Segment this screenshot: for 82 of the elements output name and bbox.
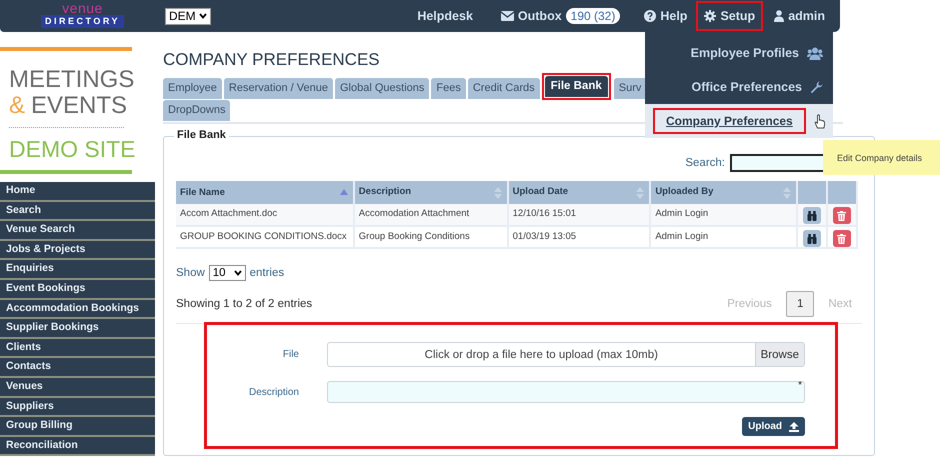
tab[interactable]: Credit Cards [468,78,540,99]
view-button[interactable] [803,230,821,247]
page-button[interactable]: 1 [786,291,814,317]
brand-text: EVENTS [31,93,128,119]
envelope-icon [500,11,514,21]
nav-link[interactable]: Help [639,4,692,28]
table-cell: Accomodation Attachment [354,204,508,226]
wrench-icon [810,80,823,94]
sidebar-item[interactable]: Home [0,182,155,202]
required-mark: * [798,380,802,391]
sidebar-item[interactable]: Clients [0,338,155,358]
sidebar-item[interactable]: Accommodation Bookings [0,300,155,320]
tab[interactable]: DropDowns [163,100,230,121]
sidebar-item[interactable]: Venues [0,378,155,398]
binoculars-icon [807,210,817,220]
user-icon [774,10,784,22]
length-label: entries [250,267,284,279]
logo-text: DIRECTORY [40,15,124,28]
sidebar-item[interactable]: Venue Search [0,221,155,241]
sidebar-item[interactable]: Reconciliation [0,436,155,456]
tab[interactable]: Employee [163,78,222,99]
table-cell: 01/03/19 13:05 [508,226,650,248]
column-header[interactable]: File Name [176,181,354,204]
upload-icon [789,422,799,432]
sidebar-item[interactable]: Search [0,202,155,222]
tab[interactable]: Reservation / Venue [224,78,333,99]
tab[interactable]: Fees [431,78,466,99]
table-cell: Group Booking Conditions [354,226,508,248]
table-cell: Admin Login [650,226,798,248]
count-badge: 190 (32) [566,8,620,24]
brand-subtitle: DEMO SITE [9,136,137,162]
search-label: Search: [685,157,725,169]
tooltip: Edit Company details [823,140,940,175]
nav-link[interactable]: Setup [699,4,760,28]
upload-button[interactable]: Upload [742,417,805,436]
sidebar-item[interactable]: Supplier Bookings [0,319,155,339]
file-drop-field[interactable]: Click or drop a file here to upload (max 10mb) Browse [327,342,805,367]
panel-title: File Bank [174,129,229,141]
help-icon [644,10,656,22]
users-icon [807,46,823,60]
sidebar-item[interactable]: Contacts [0,358,155,378]
table-info: Showing 1 to 2 of 2 entries [176,298,312,310]
brand-text: MEETINGS [9,67,136,93]
menu-item[interactable]: Employee Profiles [690,46,799,60]
delete-button[interactable] [832,230,851,247]
site-select[interactable]: DEM [165,8,211,24]
view-button[interactable] [803,207,821,224]
sidebar-item[interactable]: Group Billing [0,417,155,437]
column-header[interactable]: Uploaded By [650,181,798,204]
caret-icon [198,13,207,19]
sidebar-item[interactable]: Suppliers [0,398,155,418]
length-label: Show [176,267,205,279]
nav-link[interactable]: admin [769,4,830,28]
table-cell: 12/10/16 15:01 [508,204,650,226]
nav-link[interactable]: Helpdesk [412,4,478,28]
settings-icon [704,10,716,22]
table-cell: Admin Login [650,204,798,226]
sidebar-item[interactable]: Jobs & Projects [0,240,155,260]
logo-text: venue [62,2,103,15]
sidebar-item[interactable]: Event Bookings [0,280,155,300]
menu-item[interactable]: Office Preferences [692,80,802,94]
brand-mark: & [9,93,26,119]
nav-link[interactable]: Outbox 190 (32) [496,4,634,28]
hand-cursor-icon [814,112,825,130]
table-cell: Accom Attachment.doc [176,204,354,226]
sidebar-item[interactable]: Enquiries [0,260,155,280]
field-label: Description [248,386,300,398]
tab[interactable]: Global Questions [335,78,430,99]
page-title: COMPANY PREFERENCES [163,50,380,70]
page-size-select[interactable]: 10 [208,265,246,281]
field-label: File [282,349,300,360]
browse-button[interactable]: Browse [754,343,804,366]
placeholder-text: Click or drop a file here to upload (max 10mb) [424,348,659,360]
trash-icon [837,234,846,244]
binoculars-icon [807,234,817,244]
caret-icon [234,270,242,276]
column-header[interactable]: Upload Date [508,181,650,204]
column-header[interactable]: Description [354,181,508,204]
delete-button[interactable] [832,207,851,224]
table-cell: GROUP BOOKING CONDITIONS.docx [176,226,354,248]
trash-icon [837,210,846,220]
tab[interactable]: File Bank [544,76,608,97]
